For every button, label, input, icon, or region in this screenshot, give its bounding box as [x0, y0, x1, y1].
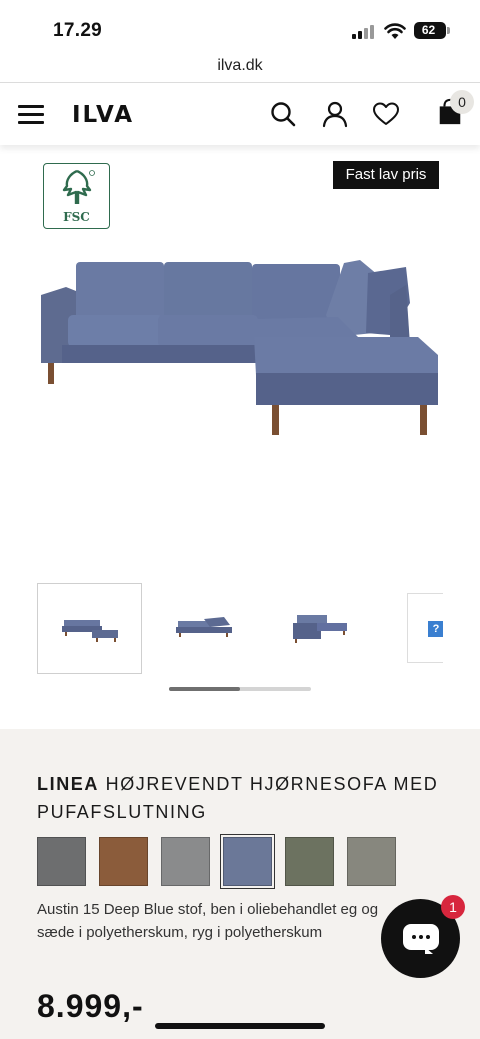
wishlist-heart-icon[interactable] [372, 100, 400, 128]
search-icon[interactable] [269, 100, 297, 128]
cellular-signal-icon [352, 25, 374, 39]
chat-bubble-icon [403, 924, 439, 950]
fsc-tree-icon [62, 169, 95, 204]
menu-icon[interactable] [18, 105, 44, 125]
product-brand: LINEA [37, 774, 99, 794]
site-header: ILVA [0, 83, 480, 145]
fsc-certification-logo: FSC [43, 163, 110, 229]
price-badge: Fast lav pris [333, 161, 439, 189]
gallery-scrollbar-thumb[interactable] [169, 687, 240, 691]
color-swatch[interactable] [347, 837, 396, 886]
color-swatch[interactable] [37, 837, 86, 886]
thumbnail-sofa-image [176, 617, 232, 637]
cart-count-badge[interactable]: 0 [450, 90, 474, 114]
thumbnail-sofa-image [62, 620, 118, 642]
status-bar: 17.29 62 [0, 0, 480, 50]
color-swatch[interactable] [223, 837, 272, 886]
battery-tip [447, 27, 450, 34]
thumbnail-1[interactable] [37, 583, 142, 674]
url-bar[interactable]: ilva.dk [0, 52, 480, 82]
product-description: Austin 15 Deep Blue stof, ben i oliebeha… [37, 901, 379, 941]
thumbnail-3[interactable] [267, 583, 372, 674]
thumbnail-2[interactable] [152, 583, 257, 674]
thumbnail-sofa-image [293, 615, 347, 643]
missing-image-icon: ? [428, 621, 443, 637]
price-underline [155, 1023, 325, 1029]
chat-unread-badge: 1 [441, 895, 465, 919]
status-time: 17.29 [53, 20, 103, 41]
color-swatch[interactable] [161, 837, 210, 886]
product-title: LINEA HØJREVENDT HJØRNESOFA MED PUFAFSLU… [37, 770, 447, 826]
product-price: 8.999,- [37, 988, 144, 1024]
color-swatch[interactable] [285, 837, 334, 886]
account-icon[interactable] [321, 100, 349, 128]
battery-percent: 62 [421, 23, 436, 37]
battery-icon: 62 [414, 22, 446, 39]
thumbnail-4[interactable]: ? [407, 593, 443, 663]
fsc-label: FSC [63, 210, 90, 224]
color-swatch[interactable] [99, 837, 148, 886]
site-logo[interactable]: ILVA [72, 102, 134, 128]
product-main-image[interactable] [38, 255, 442, 440]
wifi-icon [384, 23, 406, 39]
